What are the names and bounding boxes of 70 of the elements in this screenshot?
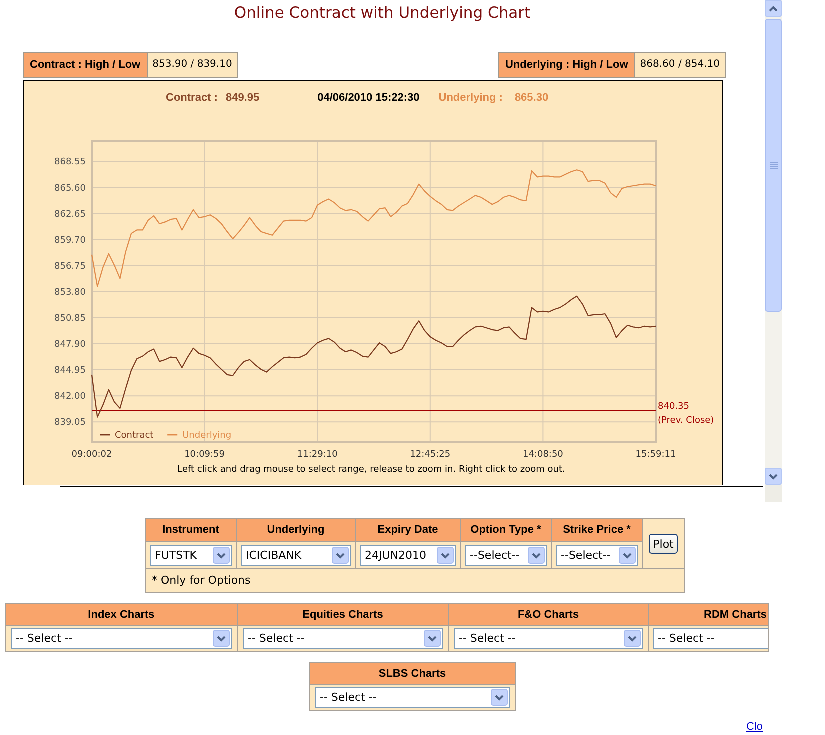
high-low-value: 868.60 / 854.10: [635, 53, 725, 77]
chevron-down-icon: [769, 474, 778, 480]
dropdown[interactable]: 24JUN2010: [360, 544, 456, 566]
form-note: * Only for Options: [146, 568, 684, 592]
chevron-up-icon: [769, 6, 778, 12]
y-axis-label: 844.95: [54, 366, 86, 376]
legend-label: Contract: [115, 431, 154, 441]
chevron-down-icon: [528, 546, 545, 564]
x-axis-label: 14:08:50: [523, 450, 564, 460]
dropdown[interactable]: -- Select --: [243, 628, 443, 649]
scrollbar-thumb[interactable]: [765, 19, 782, 312]
dropdown[interactable]: FUTSTK: [150, 544, 232, 566]
chevron-down-icon: [491, 689, 508, 706]
y-axis-label: 839.05: [54, 418, 86, 428]
y-axis-label: 859.70: [54, 236, 86, 246]
grip-icon: [770, 162, 778, 169]
reference-label: 840.35 (Prev. Close): [658, 400, 716, 428]
chevron-down-icon: [624, 630, 641, 647]
section-header: Equities Charts: [238, 604, 448, 626]
y-axis-label: 856.75: [54, 262, 86, 272]
x-axis-label: 15:59:11: [636, 450, 676, 460]
x-axis-label: 11:29:10: [297, 450, 338, 460]
section-header: SLBS Charts: [310, 662, 516, 684]
high-low-value: 853.90 / 839.10: [148, 53, 238, 77]
scroll-up-button[interactable]: [765, 0, 782, 17]
y-axis-label: 847.90: [54, 340, 86, 350]
chart-hint: Left click and drag mouse to select range, release to zoom in. Right click to zoom out.: [176, 464, 566, 476]
contract-value: 849.95: [226, 92, 260, 105]
high-low-label: Underlying : High / Low: [499, 53, 636, 77]
dropdown[interactable]: -- Select --: [315, 687, 510, 708]
x-axis-label: 12:45:25: [410, 450, 451, 460]
y-axis-label: 853.80: [54, 288, 86, 298]
page-title: Online Contract with Underlying Chart: [234, 4, 531, 22]
section-header: Index Charts: [6, 604, 238, 626]
plot-button[interactable]: Plot: [649, 534, 678, 554]
column-header: Instrument: [146, 518, 236, 542]
section-header: RDM Charts: [648, 604, 768, 626]
legend-label: Underlying: [182, 431, 232, 441]
x-axis-label: 09:00:02: [72, 450, 112, 460]
chevron-down-icon: [619, 546, 636, 564]
chevron-down-icon: [332, 546, 349, 564]
high-low-label: Contract : High / Low: [24, 53, 148, 77]
underlying-label: Underlying :: [438, 92, 503, 105]
timestamp: 04/06/2010 15:22:30: [318, 92, 420, 105]
dropdown[interactable]: --Select--: [465, 544, 547, 566]
y-axis-label: 862.65: [54, 210, 86, 220]
scrollbar-corner: [765, 485, 782, 502]
y-axis-label: 842.00: [54, 392, 86, 402]
y-axis-label: 865.60: [54, 184, 86, 194]
y-axis-label: 850.85: [54, 314, 86, 324]
chevron-down-icon: [424, 630, 441, 647]
scroll-down-button[interactable]: [765, 468, 782, 485]
dropdown[interactable]: --Select--: [556, 544, 638, 566]
column-header: Expiry Date: [356, 518, 460, 542]
close-link[interactable]: Clo: [746, 721, 763, 733]
dropdown[interactable]: ICICIBANK: [241, 544, 351, 566]
y-axis-label: 868.55: [54, 158, 86, 168]
dropdown[interactable]: -- Select --: [454, 628, 643, 649]
column-header: Strike Price *: [552, 518, 642, 542]
underlying-value: 865.30: [514, 92, 549, 105]
chevron-down-icon: [437, 546, 454, 564]
column-header: Underlying: [236, 518, 356, 542]
chevron-down-icon: [213, 630, 230, 647]
chevron-down-icon: [213, 546, 230, 564]
x-axis-label: 10:09:59: [184, 450, 225, 460]
section-header: F&O Charts: [448, 604, 648, 626]
dropdown[interactable]: -- Select --: [11, 628, 232, 649]
dropdown[interactable]: -- Select --: [653, 628, 768, 649]
contract-label: Contract :: [166, 92, 218, 105]
column-header: Option Type *: [460, 518, 552, 542]
